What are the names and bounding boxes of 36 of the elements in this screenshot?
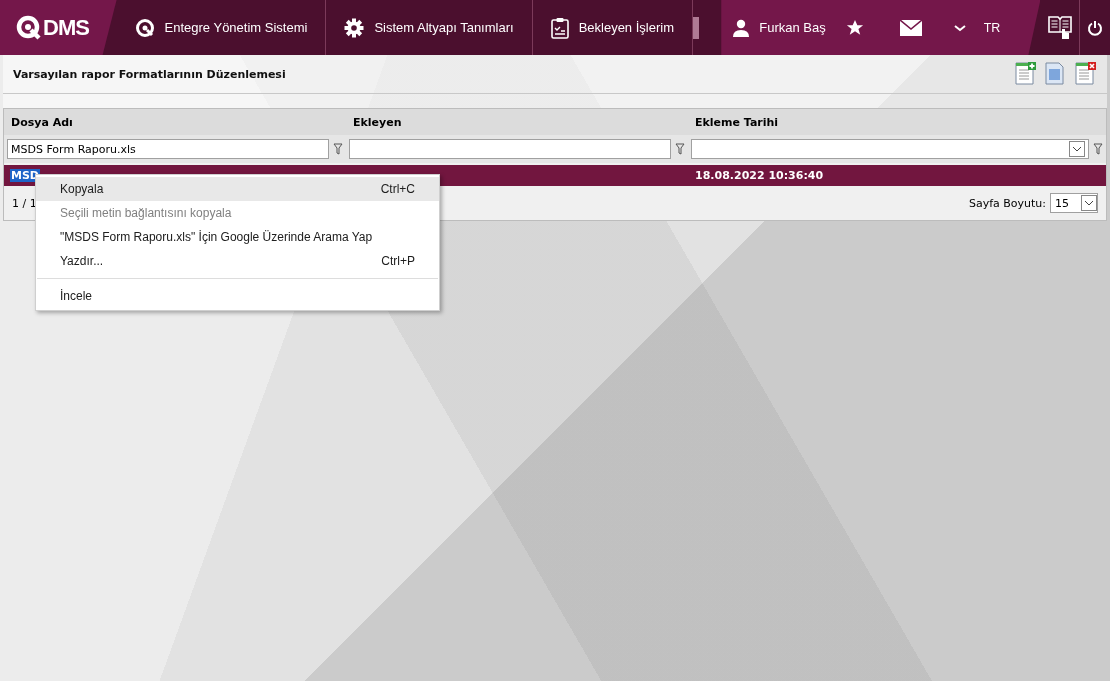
menu-item[interactable]: Kopyala Ctrl+C bbox=[36, 177, 439, 201]
menu-item[interactable]: Yazdır... Ctrl+P bbox=[36, 249, 439, 273]
logo[interactable]: DMS bbox=[0, 0, 117, 55]
menu-item[interactable]: "MSDS Form Raporu.xls" İçin Google Üzerinde Arama Yap bbox=[36, 225, 439, 249]
column-header[interactable]: Dosya Adı bbox=[4, 115, 346, 129]
page-size-label: Sayfa Boyutu: bbox=[968, 196, 1046, 210]
filter-field[interactable] bbox=[349, 139, 671, 159]
user-name[interactable]: Furkan Baş bbox=[759, 20, 826, 35]
filter-icon[interactable] bbox=[675, 143, 685, 155]
dropdown-button[interactable] bbox=[1084, 200, 1094, 206]
nav-item[interactable]: Sistem Altyapı Tanımları bbox=[326, 0, 533, 55]
delete-document-icon[interactable] bbox=[1073, 61, 1097, 85]
book-icon[interactable] bbox=[1047, 14, 1072, 41]
dropdown-button[interactable] bbox=[1072, 146, 1082, 152]
gear-icon bbox=[344, 17, 365, 38]
menu-item[interactable]: İncele bbox=[36, 284, 439, 308]
add-document-icon[interactable] bbox=[1013, 61, 1037, 85]
nav-item[interactable]: Entegre Yönetim Sistemi bbox=[116, 0, 327, 55]
column-header[interactable]: Ekleyen bbox=[346, 115, 688, 129]
language-selector[interactable]: TR bbox=[983, 20, 1001, 35]
q-logo-icon bbox=[134, 17, 155, 38]
filter-icon[interactable] bbox=[333, 143, 343, 155]
user-icon bbox=[733, 18, 750, 37]
column-header[interactable]: Ekleme Tarihi bbox=[688, 115, 1106, 129]
scroll-indicator bbox=[693, 16, 700, 39]
page-title: Varsayılan rapor Formatlarının Düzenlemesi bbox=[13, 67, 287, 81]
nav-item[interactable]: Bekleyen İşlerim bbox=[532, 0, 693, 55]
star-icon[interactable] bbox=[845, 18, 864, 37]
page-size-dropdown[interactable]: 15 bbox=[1050, 193, 1098, 213]
filter-field[interactable]: MSDS Form Raporu.xls bbox=[7, 139, 329, 159]
filter-icon[interactable] bbox=[1093, 143, 1103, 155]
table-cell-text: 18.08.2022 10:36:40 bbox=[694, 169, 825, 182]
chevron-down-icon[interactable] bbox=[953, 23, 966, 32]
mail-icon[interactable] bbox=[899, 19, 922, 36]
power-icon[interactable] bbox=[1087, 19, 1104, 36]
clipboard-check-icon bbox=[550, 16, 569, 39]
